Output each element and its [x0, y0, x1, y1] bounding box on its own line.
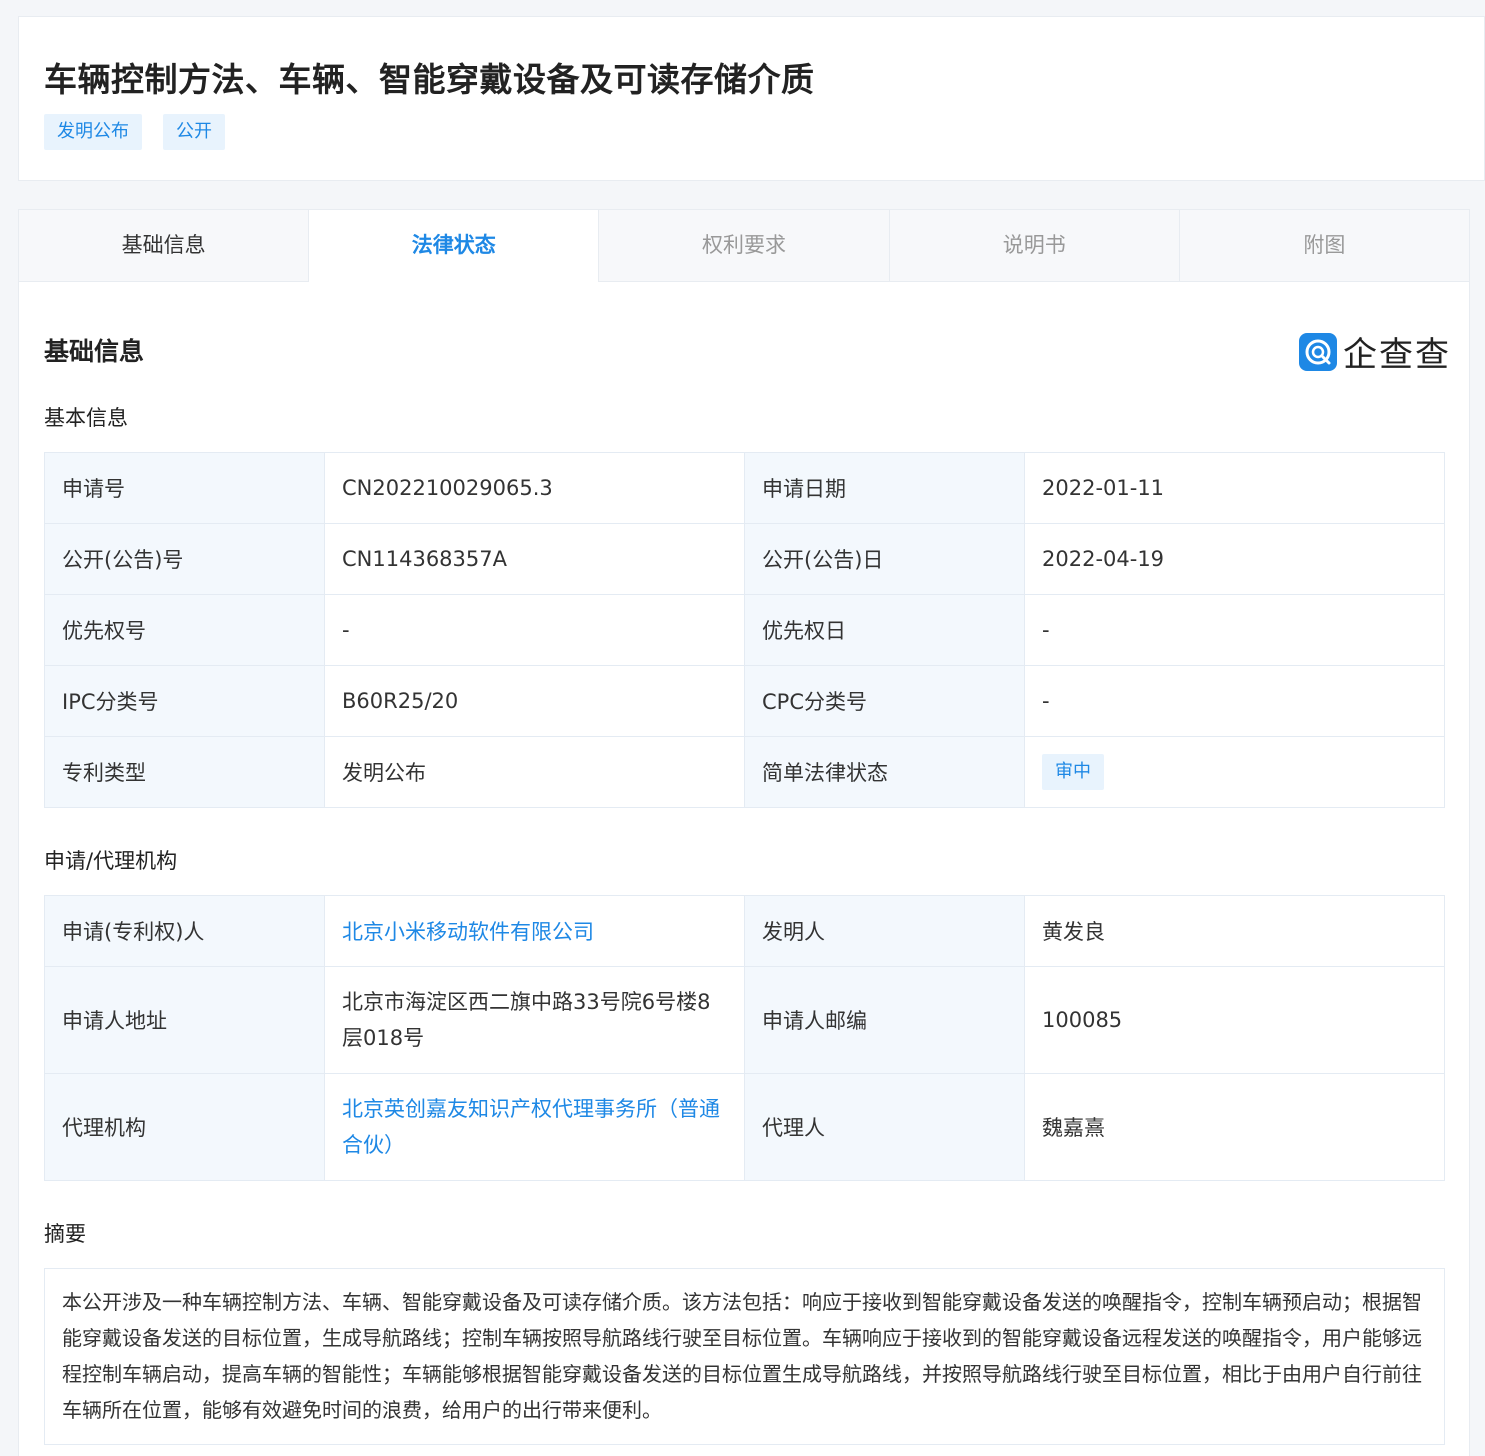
- agency-table: 申请(专利权)人 北京小米移动软件有限公司 发明人 黄发良 申请人地址 北京市海…: [44, 895, 1445, 1181]
- main-content-card: 基础信息 法律状态 权利要求 说明书 附图 基础信息 企查查 基本信息 申请号 …: [18, 209, 1470, 1456]
- tab-legal-status[interactable]: 法律状态: [309, 210, 600, 282]
- field-label: 申请号: [44, 452, 325, 524]
- table-row: 申请(专利权)人 北京小米移动软件有限公司 发明人 黄发良: [44, 895, 1445, 967]
- page-title: 车辆控制方法、车辆、智能穿戴设备及可读存储介质: [44, 60, 815, 99]
- agent: 魏嘉熹: [1024, 1073, 1445, 1181]
- table-row: IPC分类号 B60R25/20 CPC分类号 -: [44, 665, 1445, 737]
- applicant-link[interactable]: 北京小米移动软件有限公司: [342, 920, 594, 944]
- type-tag: 发明公布: [44, 114, 142, 150]
- field-label: 公开(公告)日: [744, 523, 1025, 595]
- field-label: 代理人: [744, 1073, 1025, 1181]
- legal-status-cell: 审中: [1024, 736, 1445, 808]
- basic-info-subtitle: 基本信息: [44, 406, 128, 430]
- field-label: IPC分类号: [44, 665, 325, 737]
- abstract-text: 本公开涉及一种车辆控制方法、车辆、智能穿戴设备及可读存储介质。该方法包括：响应于…: [44, 1268, 1445, 1445]
- table-row: 专利类型 发明公布 简单法律状态 审中: [44, 736, 1445, 808]
- tab-bar: 基础信息 法律状态 权利要求 说明书 附图: [19, 210, 1469, 282]
- field-label: 申请人地址: [44, 966, 325, 1074]
- applicant-address: 北京市海淀区西二旗中路33号院6号楼8层018号: [324, 966, 745, 1074]
- inventor: 黄发良: [1024, 895, 1445, 967]
- table-row: 申请人地址 北京市海淀区西二旗中路33号院6号楼8层018号 申请人邮编 100…: [44, 966, 1445, 1074]
- basic-info-table: 申请号 CN202210029065.3 申请日期 2022-01-11 公开(…: [44, 452, 1445, 808]
- patent-header-card: 车辆控制方法、车辆、智能穿戴设备及可读存储介质 发明公布 公开: [18, 16, 1485, 181]
- agency-subtitle: 申请/代理机构: [44, 849, 178, 873]
- field-label: 公开(公告)号: [44, 523, 325, 595]
- patent-type: 发明公布: [324, 736, 745, 808]
- qichacha-logo-icon: [1299, 332, 1337, 371]
- cpc-class: -: [1024, 665, 1445, 737]
- ipc-class: B60R25/20: [324, 665, 745, 737]
- applicant-cell: 北京小米移动软件有限公司: [324, 895, 745, 967]
- agency-link[interactable]: 北京英创嘉友知识产权代理事务所（普通合伙）: [342, 1097, 720, 1157]
- tab-claims[interactable]: 权利要求: [599, 210, 890, 281]
- tab-description[interactable]: 说明书: [890, 210, 1180, 281]
- table-row: 公开(公告)号 CN114368357A 公开(公告)日 2022-04-19: [44, 523, 1445, 595]
- tab-drawings[interactable]: 附图: [1180, 210, 1469, 281]
- application-number: CN202210029065.3: [324, 452, 745, 524]
- table-row: 申请号 CN202210029065.3 申请日期 2022-01-11: [44, 452, 1445, 524]
- table-row: 代理机构 北京英创嘉友知识产权代理事务所（普通合伙） 代理人 魏嘉熹: [44, 1073, 1445, 1181]
- field-label: 专利类型: [44, 736, 325, 808]
- publication-date: 2022-04-19: [1024, 523, 1445, 595]
- publication-number: CN114368357A: [324, 523, 745, 595]
- field-label: 发明人: [744, 895, 1025, 967]
- field-label: 简单法律状态: [744, 736, 1025, 808]
- priority-number: -: [324, 594, 745, 666]
- field-label: 优先权日: [744, 594, 1025, 666]
- field-label: 申请(专利权)人: [44, 895, 325, 967]
- application-date: 2022-01-11: [1024, 452, 1445, 524]
- field-label: 申请人邮编: [744, 966, 1025, 1074]
- field-label: 申请日期: [744, 452, 1025, 524]
- qichacha-logo: 企查查: [1299, 327, 1451, 376]
- legal-status-badge: 审中: [1042, 754, 1104, 790]
- field-label: 代理机构: [44, 1073, 325, 1181]
- logo-text: 企查查: [1343, 335, 1451, 375]
- field-label: 优先权号: [44, 594, 325, 666]
- field-label: CPC分类号: [744, 665, 1025, 737]
- tab-basic-info[interactable]: 基础信息: [19, 210, 310, 281]
- section-title: 基础信息: [44, 337, 145, 366]
- agency-cell: 北京英创嘉友知识产权代理事务所（普通合伙）: [324, 1073, 745, 1181]
- table-row: 优先权号 - 优先权日 -: [44, 594, 1445, 666]
- priority-date: -: [1024, 594, 1445, 666]
- applicant-postcode: 100085: [1024, 966, 1445, 1074]
- status-tag: 公开: [163, 114, 225, 150]
- abstract-subtitle: 摘要: [44, 1222, 86, 1246]
